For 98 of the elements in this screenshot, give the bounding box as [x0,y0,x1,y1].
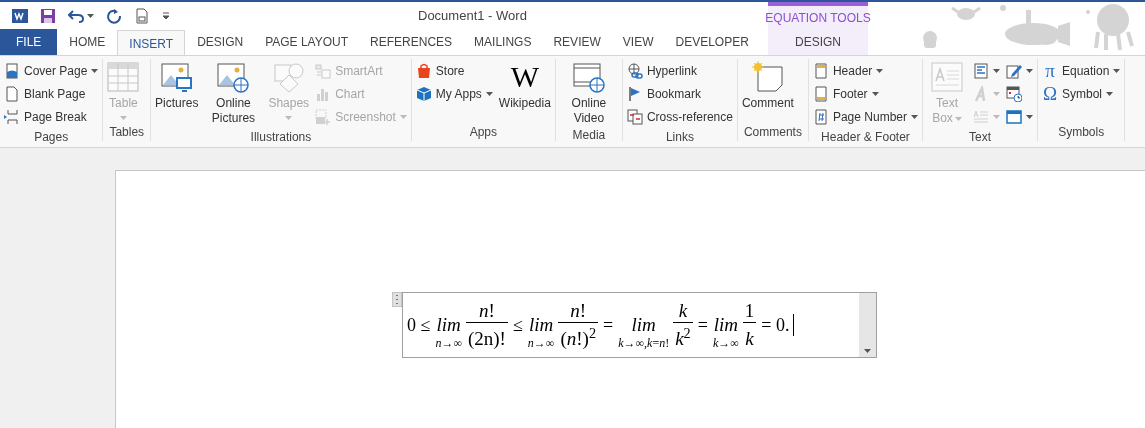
fraction-numerator: k [677,300,689,322]
limit-word: lim [436,314,461,336]
group-label: Media [571,127,607,144]
text-box-icon [931,61,963,93]
fraction-denominator: (n!)$^{2}$ [559,323,597,350]
page-break-icon [4,108,20,125]
picture-globe-icon [217,61,250,93]
ribbon-tab[interactable]: DESIGN [187,29,254,55]
footer-page-icon [812,85,829,102]
ribbon-tab[interactable]: FILE [0,29,58,55]
group-label: Links [664,129,695,146]
ribbon-button[interactable]: Pictures [153,59,201,111]
group-label: Header & Footer [820,129,911,146]
cover-page-icon [4,62,20,79]
ribbon-button[interactable]: Comment [739,59,796,111]
shapes-icon [272,61,305,93]
limit-subscript: n→∞ [435,336,462,350]
limit-word: lim [528,314,554,336]
group-label: Tables [108,124,146,141]
group-label: Text [967,129,992,146]
fraction-numerator: n! [478,300,496,322]
fraction-numerator: n! [569,300,588,322]
ribbon-button[interactable]: Store [413,59,495,82]
film-globe-icon [572,61,605,93]
group-label: Symbols [1057,124,1106,141]
cross-reference-icon [626,108,643,125]
cube-icon [415,85,432,102]
text-cursor [793,314,795,336]
quick-parts-icon [973,62,989,79]
window-title: Document1 - Word [418,6,527,25]
ribbon-tab[interactable]: VIEW [612,29,664,55]
drag-handle-icon[interactable] [392,292,402,307]
undo-icon[interactable] [68,7,84,24]
fraction-denominator: (2n)! [466,327,507,350]
limit-subscript: k→∞,k=n! [618,336,670,350]
diagram-icon [315,62,332,79]
fraction-numerator: 1 [743,300,756,322]
ribbon-button[interactable]: W Wikipedia [496,59,553,111]
caret-icon [864,349,871,353]
ribbon-tab[interactable]: MAILINGS [464,29,542,55]
save-icon[interactable] [40,7,56,24]
ribbon-button[interactable]: Bookmark [624,82,735,105]
fraction-denominator: k [744,327,755,350]
sticky-note-icon [751,61,784,93]
ribbon-tab[interactable]: HOME [59,29,116,55]
ribbon-button[interactable]: π Equation [1040,59,1123,82]
limit-subscript: k→∞ [712,336,739,350]
group-label: Pages [33,129,70,146]
contextual-tab-group-label: EQUATION TOOLS [768,9,868,27]
ribbon-button[interactable]: Online Video [557,59,620,126]
math-text: = 0. [760,313,791,337]
group-label: Comments [742,124,803,141]
math-text: = [602,313,615,337]
redo-icon[interactable] [106,7,122,24]
math-text: = [696,313,709,337]
blank-page-icon [4,85,20,102]
ribbon-button[interactable]: Page Break [2,105,101,128]
table-icon [107,61,140,93]
math-text: 0 ≤ [406,313,432,337]
limit-subscript: n→∞ [527,336,555,350]
limit-word: lim [713,314,738,336]
word-logo-icon[interactable] [12,7,28,24]
pen-page-icon [1006,62,1022,79]
ribbon-button[interactable]: Cross-reference [624,105,735,128]
symbol-glyph: Ω [1042,85,1058,102]
ribbon-button[interactable]: Ω Symbol [1040,82,1123,105]
group-label: Apps [468,124,499,141]
group-label: Illustrations [249,129,313,146]
ribbon-tab[interactable]: DEVELOPER [665,29,759,55]
ribbon-button[interactable]: Blank Page [2,82,101,105]
ribbon-button[interactable]: Header [810,59,920,82]
symbol-glyph: π [1044,62,1056,79]
camera-plus-icon [315,108,332,125]
wikipedia-logo: W [510,61,540,93]
customize-menu-icon[interactable] [162,11,170,20]
header-page-icon [812,62,829,79]
ribbon-tab[interactable]: PAGE LAYOUT [255,29,359,55]
window-icon [1006,108,1022,125]
ribbon-button[interactable]: My Apps [413,82,495,105]
ribbon-tab[interactable]: REFERENCES [360,29,463,55]
page-number-icon [812,108,829,125]
globe-link-icon [626,62,643,79]
ribbon-tab[interactable]: INSERT [117,30,186,55]
fraction-denominator: k$^{2}$ [674,323,692,350]
ribbon-tab[interactable]: REVIEW [543,29,611,55]
ribbon-button[interactable]: Page Number [810,105,920,128]
ribbon-button[interactable]: Cover Page [2,59,101,82]
calendar-clock-icon [1006,85,1022,102]
ribbon-button[interactable]: Footer [810,82,920,105]
print-preview-icon[interactable] [134,7,150,24]
limit-word: lim [631,314,656,336]
caret-icon [87,13,94,18]
ribbon-button[interactable]: Online Pictures [202,59,265,126]
picture-monitor-icon [160,61,193,93]
shopping-bag-icon [415,62,432,79]
drop-cap-icon [973,108,989,125]
ribbon-button[interactable]: Hyperlink [624,59,735,82]
math-text: ≤ [511,313,524,337]
